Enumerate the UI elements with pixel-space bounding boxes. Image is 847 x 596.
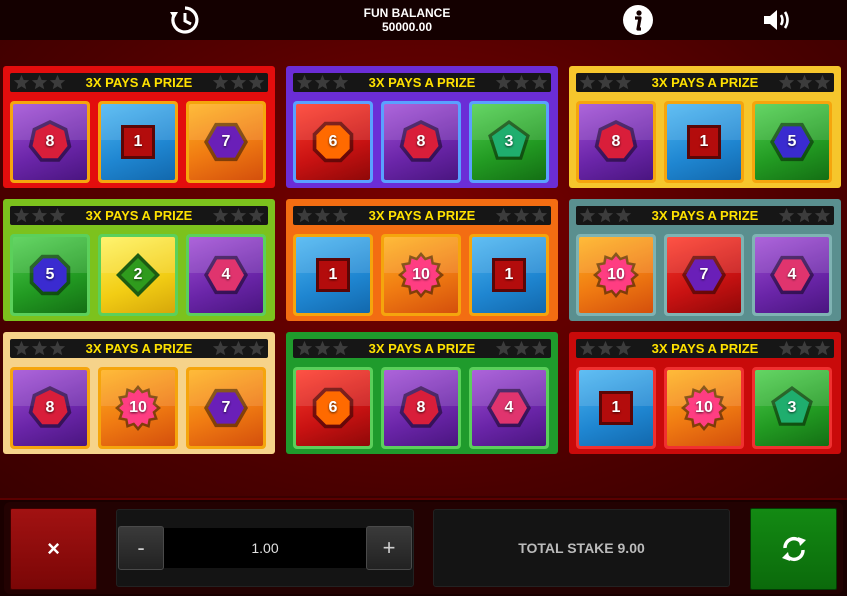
- tile-number: 4: [504, 399, 514, 416]
- stake-plus-button[interactable]: +: [366, 526, 412, 570]
- tile-number: 4: [221, 266, 231, 283]
- scratch-card: 3X PAYS A PRIZE 8 1 5: [569, 66, 841, 188]
- card-tile[interactable]: 1: [469, 234, 549, 316]
- card-tile[interactable]: 4: [186, 234, 266, 316]
- tile-number: 7: [221, 399, 231, 416]
- tile-number: 7: [221, 133, 231, 150]
- card-tile[interactable]: 6: [293, 101, 373, 183]
- stars-right: [495, 73, 548, 92]
- tile-number: 6: [328, 399, 338, 416]
- tile-number: 10: [129, 399, 147, 416]
- stars-right: [212, 339, 265, 358]
- tile-number: 8: [416, 133, 426, 150]
- card-header: 3X PAYS A PRIZE: [576, 73, 834, 92]
- card-tile[interactable]: 8: [381, 367, 461, 449]
- card-tile[interactable]: 10: [98, 367, 178, 449]
- tile-number: 1: [133, 133, 143, 150]
- card-tile[interactable]: 4: [752, 234, 832, 316]
- card-tile[interactable]: 3: [469, 101, 549, 183]
- card-tile[interactable]: 1: [664, 101, 744, 183]
- card-header: 3X PAYS A PRIZE: [293, 73, 551, 92]
- tile-number: 3: [504, 133, 514, 150]
- card-tile[interactable]: 8: [10, 101, 90, 183]
- fun-balance: FUN BALANCE 50000.00: [347, 6, 467, 34]
- stake-minus-button[interactable]: -: [118, 526, 164, 570]
- tile-number: 5: [45, 266, 55, 283]
- tile-number: 10: [695, 399, 713, 416]
- tile-number: 8: [611, 133, 621, 150]
- card-header: 3X PAYS A PRIZE: [10, 206, 268, 225]
- scratch-card: 3X PAYS A PRIZE 5 2 4: [3, 199, 275, 321]
- tile-number: 2: [133, 266, 143, 283]
- card-tile[interactable]: 5: [10, 234, 90, 316]
- card-tile[interactable]: 10: [576, 234, 656, 316]
- refresh-icon: [781, 537, 806, 561]
- scratch-card: 3X PAYS A PRIZE 1 10 3: [569, 332, 841, 454]
- card-tile[interactable]: 7: [664, 234, 744, 316]
- card-tile[interactable]: 3: [752, 367, 832, 449]
- tile-number: 1: [611, 399, 621, 416]
- scratch-card: 3X PAYS A PRIZE 8 1 7: [3, 66, 275, 188]
- tile-number: 4: [787, 266, 797, 283]
- card-header: 3X PAYS A PRIZE: [576, 339, 834, 358]
- card-tile[interactable]: 1: [98, 101, 178, 183]
- sound-icon[interactable]: [761, 4, 793, 36]
- card-tile[interactable]: 4: [469, 367, 549, 449]
- total-stake-label: TOTAL STAKE 9.00: [518, 540, 645, 556]
- tile-number: 6: [328, 133, 338, 150]
- card-tile[interactable]: 10: [664, 367, 744, 449]
- tile-number: 7: [699, 266, 709, 283]
- scratch-card: 3X PAYS A PRIZE 1 10 1: [286, 199, 558, 321]
- card-tile[interactable]: 1: [293, 234, 373, 316]
- cancel-button[interactable]: ×: [10, 508, 97, 590]
- tile-number: 10: [607, 266, 625, 283]
- scratch-card: 3X PAYS A PRIZE 10 7 4: [569, 199, 841, 321]
- card-tile[interactable]: 8: [10, 367, 90, 449]
- tile-number: 1: [328, 266, 338, 283]
- tile-number: 1: [504, 266, 514, 283]
- history-icon[interactable]: [169, 4, 201, 36]
- stars-right: [778, 206, 831, 225]
- scratch-card: 3X PAYS A PRIZE 8 10 7: [3, 332, 275, 454]
- card-tile[interactable]: 10: [381, 234, 461, 316]
- card-tile[interactable]: 1: [576, 367, 656, 449]
- tile-number: 5: [787, 133, 797, 150]
- card-tile[interactable]: 7: [186, 101, 266, 183]
- card-tile[interactable]: 6: [293, 367, 373, 449]
- scratch-card: 3X PAYS A PRIZE 6 8 3: [286, 66, 558, 188]
- stars-right: [495, 339, 548, 358]
- card-header: 3X PAYS A PRIZE: [576, 206, 834, 225]
- scratch-card: 3X PAYS A PRIZE 6 8 4: [286, 332, 558, 454]
- stars-right: [212, 206, 265, 225]
- stars-right: [778, 73, 831, 92]
- card-header: 3X PAYS A PRIZE: [10, 73, 268, 92]
- card-tile[interactable]: 5: [752, 101, 832, 183]
- tile-number: 8: [45, 399, 55, 416]
- tile-number: 10: [412, 266, 430, 283]
- tile-number: 3: [787, 399, 797, 416]
- stars-right: [212, 73, 265, 92]
- tile-number: 1: [699, 133, 709, 150]
- play-button[interactable]: [750, 508, 837, 590]
- card-header: 3X PAYS A PRIZE: [293, 339, 551, 358]
- card-tile[interactable]: 7: [186, 367, 266, 449]
- tile-number: 8: [416, 399, 426, 416]
- card-tile[interactable]: 8: [576, 101, 656, 183]
- balance-label: FUN BALANCE: [363, 6, 451, 20]
- card-header: 3X PAYS A PRIZE: [10, 339, 268, 358]
- stars-right: [495, 206, 548, 225]
- card-header: 3X PAYS A PRIZE: [293, 206, 551, 225]
- balance-value: 50000.00: [381, 20, 433, 34]
- stars-right: [778, 339, 831, 358]
- card-tile[interactable]: 8: [381, 101, 461, 183]
- card-tile[interactable]: 2: [98, 234, 178, 316]
- tile-number: 8: [45, 133, 55, 150]
- info-icon[interactable]: [622, 4, 654, 36]
- stake-value: 1.00: [251, 540, 279, 556]
